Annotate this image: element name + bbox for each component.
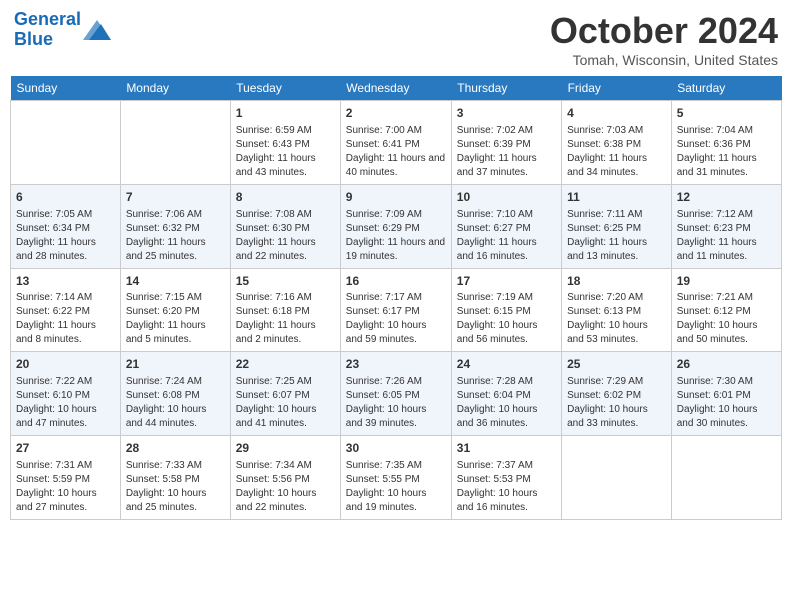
calendar-cell: 13Sunrise: 7:14 AMSunset: 6:22 PMDayligh… (11, 268, 121, 352)
title-block: October 2024 Tomah, Wisconsin, United St… (550, 10, 778, 68)
day-number: 4 (567, 105, 666, 122)
day-number: 7 (126, 189, 225, 206)
header-row: SundayMondayTuesdayWednesdayThursdayFrid… (11, 76, 782, 101)
calendar-cell: 24Sunrise: 7:28 AMSunset: 6:04 PMDayligh… (451, 352, 561, 436)
calendar-week-row: 13Sunrise: 7:14 AMSunset: 6:22 PMDayligh… (11, 268, 782, 352)
weekday-header: Sunday (11, 76, 121, 101)
day-number: 10 (457, 189, 556, 206)
weekday-header: Thursday (451, 76, 561, 101)
logo-text: General Blue (14, 10, 81, 50)
day-number: 11 (567, 189, 666, 206)
day-number: 1 (236, 105, 335, 122)
calendar-week-row: 27Sunrise: 7:31 AMSunset: 5:59 PMDayligh… (11, 436, 782, 520)
day-number: 14 (126, 273, 225, 290)
calendar-cell: 25Sunrise: 7:29 AMSunset: 6:02 PMDayligh… (562, 352, 672, 436)
calendar-table: SundayMondayTuesdayWednesdayThursdayFrid… (10, 76, 782, 520)
calendar-cell: 7Sunrise: 7:06 AMSunset: 6:32 PMDaylight… (120, 184, 230, 268)
calendar-cell: 11Sunrise: 7:11 AMSunset: 6:25 PMDayligh… (562, 184, 672, 268)
calendar-cell: 14Sunrise: 7:15 AMSunset: 6:20 PMDayligh… (120, 268, 230, 352)
day-number: 20 (16, 356, 115, 373)
day-number: 19 (677, 273, 776, 290)
calendar-cell: 1Sunrise: 6:59 AMSunset: 6:43 PMDaylight… (230, 101, 340, 185)
logo: General Blue (14, 10, 111, 50)
calendar-cell: 15Sunrise: 7:16 AMSunset: 6:18 PMDayligh… (230, 268, 340, 352)
calendar-cell: 6Sunrise: 7:05 AMSunset: 6:34 PMDaylight… (11, 184, 121, 268)
logo-blue: Blue (14, 29, 53, 49)
calendar-cell: 31Sunrise: 7:37 AMSunset: 5:53 PMDayligh… (451, 436, 561, 520)
calendar-cell: 22Sunrise: 7:25 AMSunset: 6:07 PMDayligh… (230, 352, 340, 436)
calendar-body: 1Sunrise: 6:59 AMSunset: 6:43 PMDaylight… (11, 101, 782, 520)
weekday-header: Wednesday (340, 76, 451, 101)
day-number: 28 (126, 440, 225, 457)
calendar-week-row: 20Sunrise: 7:22 AMSunset: 6:10 PMDayligh… (11, 352, 782, 436)
calendar-cell: 23Sunrise: 7:26 AMSunset: 6:05 PMDayligh… (340, 352, 451, 436)
calendar-cell (120, 101, 230, 185)
weekday-header: Monday (120, 76, 230, 101)
calendar-cell: 30Sunrise: 7:35 AMSunset: 5:55 PMDayligh… (340, 436, 451, 520)
day-number: 24 (457, 356, 556, 373)
day-number: 31 (457, 440, 556, 457)
calendar-cell: 12Sunrise: 7:12 AMSunset: 6:23 PMDayligh… (671, 184, 781, 268)
day-number: 22 (236, 356, 335, 373)
day-number: 18 (567, 273, 666, 290)
calendar-cell: 29Sunrise: 7:34 AMSunset: 5:56 PMDayligh… (230, 436, 340, 520)
calendar-cell: 8Sunrise: 7:08 AMSunset: 6:30 PMDaylight… (230, 184, 340, 268)
day-number: 13 (16, 273, 115, 290)
day-number: 3 (457, 105, 556, 122)
calendar-cell: 20Sunrise: 7:22 AMSunset: 6:10 PMDayligh… (11, 352, 121, 436)
weekday-header: Tuesday (230, 76, 340, 101)
calendar-week-row: 1Sunrise: 6:59 AMSunset: 6:43 PMDaylight… (11, 101, 782, 185)
calendar-cell: 28Sunrise: 7:33 AMSunset: 5:58 PMDayligh… (120, 436, 230, 520)
day-number: 8 (236, 189, 335, 206)
calendar-cell: 2Sunrise: 7:00 AMSunset: 6:41 PMDaylight… (340, 101, 451, 185)
logo-general: General (14, 9, 81, 29)
logo-icon (83, 20, 111, 40)
day-number: 30 (346, 440, 446, 457)
day-number: 9 (346, 189, 446, 206)
day-number: 26 (677, 356, 776, 373)
day-number: 15 (236, 273, 335, 290)
calendar-cell (562, 436, 672, 520)
day-number: 21 (126, 356, 225, 373)
calendar-cell: 18Sunrise: 7:20 AMSunset: 6:13 PMDayligh… (562, 268, 672, 352)
calendar-cell: 3Sunrise: 7:02 AMSunset: 6:39 PMDaylight… (451, 101, 561, 185)
day-number: 25 (567, 356, 666, 373)
weekday-header: Saturday (671, 76, 781, 101)
day-number: 29 (236, 440, 335, 457)
calendar-cell: 21Sunrise: 7:24 AMSunset: 6:08 PMDayligh… (120, 352, 230, 436)
weekday-header: Friday (562, 76, 672, 101)
day-number: 17 (457, 273, 556, 290)
day-number: 27 (16, 440, 115, 457)
day-number: 12 (677, 189, 776, 206)
calendar-cell: 16Sunrise: 7:17 AMSunset: 6:17 PMDayligh… (340, 268, 451, 352)
day-number: 2 (346, 105, 446, 122)
calendar-cell (11, 101, 121, 185)
calendar-cell: 4Sunrise: 7:03 AMSunset: 6:38 PMDaylight… (562, 101, 672, 185)
month-title: October 2024 (550, 10, 778, 52)
day-number: 23 (346, 356, 446, 373)
calendar-cell: 26Sunrise: 7:30 AMSunset: 6:01 PMDayligh… (671, 352, 781, 436)
calendar-cell: 17Sunrise: 7:19 AMSunset: 6:15 PMDayligh… (451, 268, 561, 352)
day-number: 6 (16, 189, 115, 206)
calendar-week-row: 6Sunrise: 7:05 AMSunset: 6:34 PMDaylight… (11, 184, 782, 268)
calendar-cell: 10Sunrise: 7:10 AMSunset: 6:27 PMDayligh… (451, 184, 561, 268)
calendar-header: SundayMondayTuesdayWednesdayThursdayFrid… (11, 76, 782, 101)
location-text: Tomah, Wisconsin, United States (550, 52, 778, 68)
day-number: 16 (346, 273, 446, 290)
calendar-cell: 9Sunrise: 7:09 AMSunset: 6:29 PMDaylight… (340, 184, 451, 268)
day-number: 5 (677, 105, 776, 122)
calendar-cell (671, 436, 781, 520)
calendar-cell: 19Sunrise: 7:21 AMSunset: 6:12 PMDayligh… (671, 268, 781, 352)
calendar-cell: 27Sunrise: 7:31 AMSunset: 5:59 PMDayligh… (11, 436, 121, 520)
calendar-cell: 5Sunrise: 7:04 AMSunset: 6:36 PMDaylight… (671, 101, 781, 185)
page-header: General Blue October 2024 Tomah, Wiscons… (10, 10, 782, 68)
